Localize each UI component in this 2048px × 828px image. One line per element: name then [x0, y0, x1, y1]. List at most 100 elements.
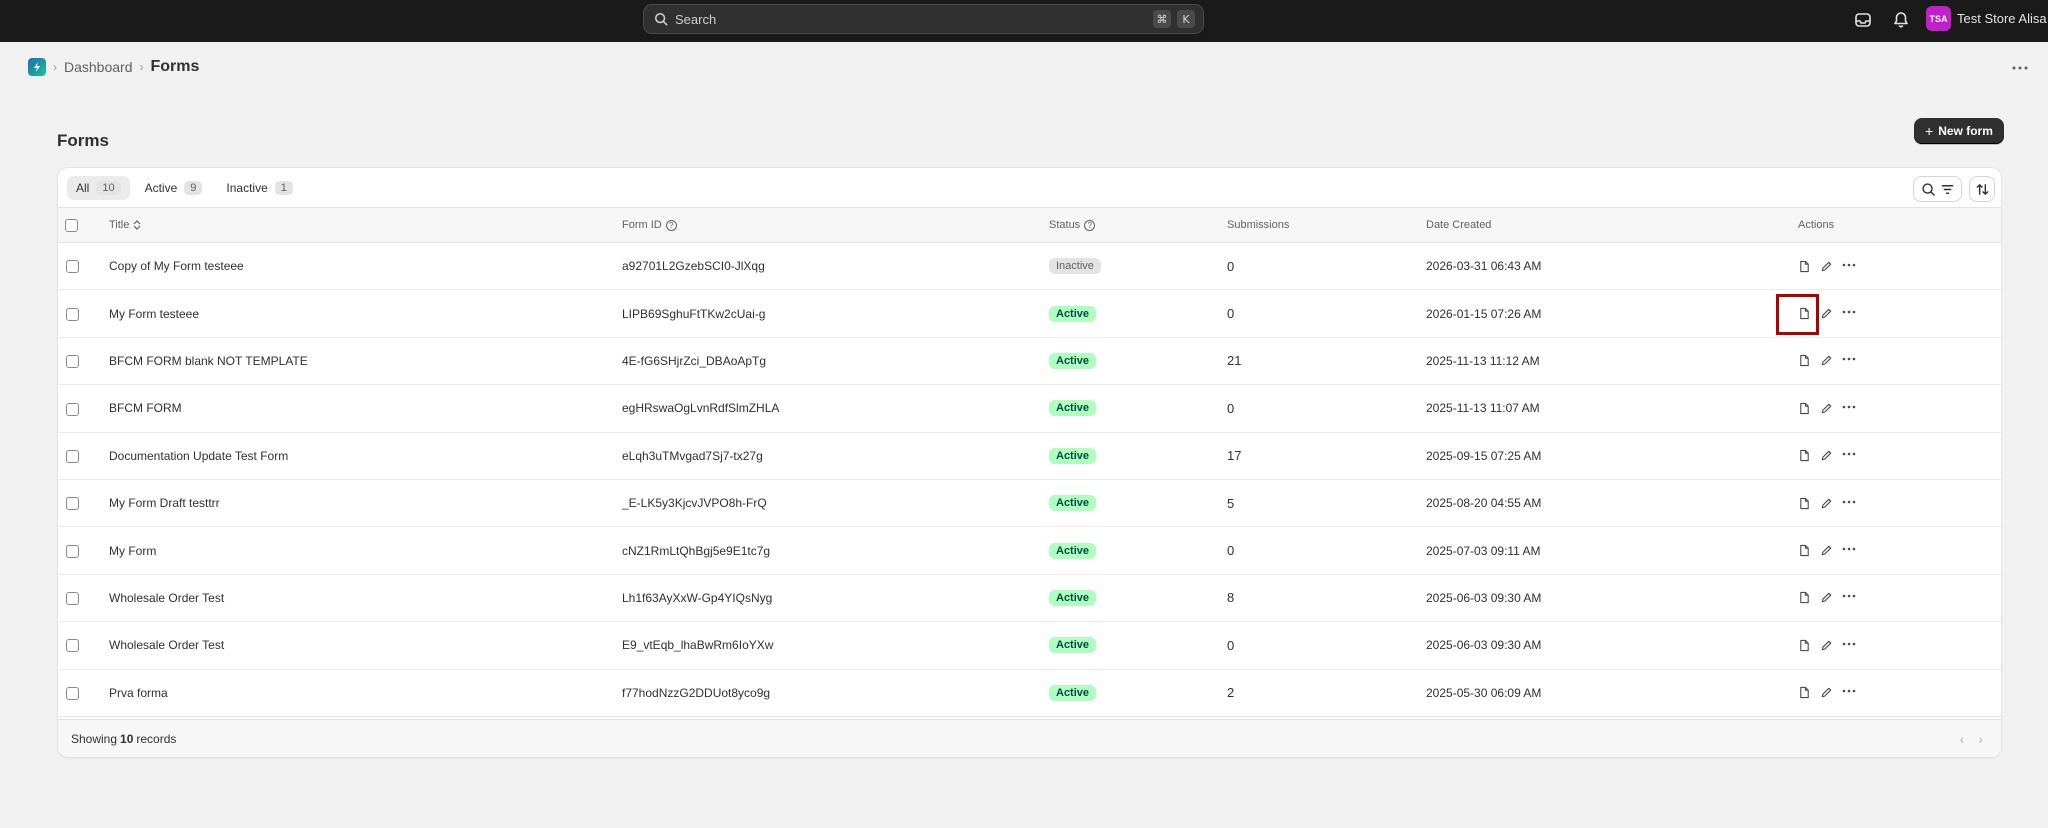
- pencil-icon[interactable]: [1820, 591, 1833, 604]
- more-horizontal-icon[interactable]: [1842, 402, 1856, 415]
- filter-icon: [1941, 184, 1953, 194]
- pencil-icon[interactable]: [1820, 354, 1833, 367]
- date-created: 2025-06-03 09:30 AM: [1426, 638, 1542, 653]
- app-logo-icon[interactable]: [28, 58, 46, 76]
- pencil-icon[interactable]: [1820, 260, 1833, 273]
- filter-tabs: All 10 Active 9 Inactive 1: [58, 168, 2001, 207]
- table-row[interactable]: Prva forma f77hodNzzG2DDUot8yco9g Active 2 2…: [58, 669, 2001, 717]
- submissions-count: 0: [1227, 306, 1235, 322]
- column-title-label: Title: [109, 219, 130, 231]
- table-row[interactable]: Copy of My Form testeee a92701L2GzebSCI0-…: [58, 243, 2001, 290]
- more-horizontal-icon[interactable]: [2010, 60, 2030, 76]
- tab-all[interactable]: All 10: [67, 175, 130, 200]
- more-horizontal-icon[interactable]: [1842, 639, 1856, 652]
- row-checkbox[interactable]: [66, 639, 79, 653]
- inbox-icon[interactable]: [1853, 10, 1873, 30]
- row-checkbox[interactable]: [66, 402, 79, 416]
- bell-icon[interactable]: [1891, 10, 1911, 30]
- search-filter-button[interactable]: [1913, 176, 1962, 202]
- column-title[interactable]: Title: [109, 208, 622, 243]
- row-checkbox[interactable]: [66, 497, 79, 511]
- pencil-icon[interactable]: [1820, 402, 1833, 415]
- more-horizontal-icon[interactable]: [1842, 497, 1856, 510]
- form-title[interactable]: My Form Draft testtrr: [109, 496, 220, 510]
- date-created: 2025-11-13 11:12 AM: [1426, 353, 1540, 368]
- more-horizontal-icon[interactable]: [1842, 591, 1856, 604]
- submissions-count: 2: [1227, 685, 1235, 701]
- form-title[interactable]: Copy of My Form testeee: [109, 259, 244, 273]
- document-icon[interactable]: [1798, 354, 1811, 367]
- form-title[interactable]: Wholesale Order Test: [109, 591, 224, 605]
- document-icon[interactable]: [1798, 544, 1811, 557]
- more-horizontal-icon[interactable]: [1842, 544, 1856, 557]
- row-checkbox[interactable]: [66, 355, 79, 369]
- pencil-icon[interactable]: [1820, 449, 1833, 462]
- table-footer: Showing 10 records ‹ ›: [58, 719, 2001, 757]
- table-row[interactable]: BFCM FORM egHRswaOgLvnRdfSlmZHLA Active 0 20…: [58, 385, 2001, 433]
- table-row[interactable]: My Form cNZ1RmLtQhBgj5e9E1tc7g Active 0 2025…: [58, 527, 2001, 575]
- document-icon[interactable]: [1798, 591, 1811, 604]
- document-icon[interactable]: [1798, 686, 1811, 699]
- row-checkbox[interactable]: [66, 260, 79, 274]
- more-horizontal-icon[interactable]: [1842, 354, 1856, 367]
- search-icon: [1921, 182, 1935, 196]
- more-horizontal-icon[interactable]: [1842, 686, 1856, 699]
- form-id: LIPB69SghuFtTKw2cUai-g: [622, 306, 766, 321]
- form-title[interactable]: My Form testeee: [109, 307, 199, 321]
- help-icon[interactable]: ?: [665, 219, 677, 231]
- row-actions: [1798, 354, 2001, 367]
- pencil-icon[interactable]: [1820, 307, 1833, 320]
- row-checkbox[interactable]: [66, 544, 79, 558]
- form-id: f77hodNzzG2DDUot8yco9g: [622, 685, 771, 700]
- table-row[interactable]: Wholesale Order Test Lh1f63AyXxW-Gp4YIQsN…: [58, 574, 2001, 622]
- row-checkbox[interactable]: [66, 307, 79, 321]
- breadcrumb-dashboard[interactable]: Dashboard: [64, 59, 133, 75]
- row-actions: [1798, 686, 2001, 699]
- document-icon[interactable]: [1798, 260, 1811, 273]
- global-search-input[interactable]: Search ⌘ K: [643, 4, 1204, 34]
- store-menu[interactable]: TSA Test Store Alisa: [1926, 6, 2047, 31]
- search-placeholder: Search: [675, 11, 717, 27]
- prev-page-icon[interactable]: ‹: [1960, 731, 1965, 747]
- row-checkbox[interactable]: [66, 592, 79, 606]
- more-horizontal-icon[interactable]: [1842, 307, 1856, 320]
- form-title[interactable]: Documentation Update Test Form: [109, 449, 288, 463]
- form-title[interactable]: Prva forma: [109, 686, 168, 700]
- document-icon[interactable]: [1798, 449, 1811, 462]
- pencil-icon[interactable]: [1820, 686, 1833, 699]
- table-row[interactable]: Wholesale Order Test E9_vtEqb_lhaBwRm6IoY…: [58, 622, 2001, 670]
- document-icon[interactable]: [1798, 639, 1811, 652]
- pencil-icon[interactable]: [1820, 497, 1833, 510]
- form-title[interactable]: Wholesale Order Test: [109, 638, 224, 652]
- date-created: 2026-03-31 06:43 AM: [1426, 259, 1542, 274]
- submissions-count: 0: [1227, 543, 1235, 559]
- document-icon[interactable]: [1798, 497, 1811, 510]
- column-form-id-label: Form ID: [622, 219, 662, 231]
- document-icon[interactable]: [1798, 307, 1811, 320]
- form-title[interactable]: BFCM FORM: [109, 401, 182, 415]
- status-badge: Active: [1049, 495, 1097, 512]
- table-row[interactable]: BFCM FORM blank NOT TEMPLATE 4E-fG6SHjrZc…: [58, 337, 2001, 385]
- tab-inactive[interactable]: Inactive 1: [217, 176, 301, 200]
- form-title[interactable]: BFCM FORM blank NOT TEMPLATE: [109, 354, 308, 368]
- new-form-button[interactable]: + New form: [1914, 118, 2004, 144]
- status-badge: Active: [1049, 400, 1097, 417]
- next-page-icon[interactable]: ›: [1978, 731, 1983, 747]
- help-icon[interactable]: ?: [1084, 219, 1096, 231]
- row-checkbox[interactable]: [66, 686, 79, 700]
- more-horizontal-icon[interactable]: [1842, 449, 1856, 462]
- select-all-checkbox[interactable]: [65, 218, 78, 232]
- column-status: Status?: [1049, 208, 1227, 243]
- pencil-icon[interactable]: [1820, 639, 1833, 652]
- form-title[interactable]: My Form: [109, 544, 156, 558]
- pencil-icon[interactable]: [1820, 544, 1833, 557]
- sort-button[interactable]: [1969, 176, 1995, 202]
- more-horizontal-icon[interactable]: [1842, 260, 1856, 273]
- table-row[interactable]: My Form testeee LIPB69SghuFtTKw2cUai-g Act…: [58, 290, 2001, 338]
- table-row[interactable]: My Form Draft testtrr _E-LK5y3KjcvJVPO8h-…: [58, 479, 2001, 527]
- table-row[interactable]: Documentation Update Test Form eLqh3uTMvg…: [58, 432, 2001, 480]
- tab-active[interactable]: Active 9: [136, 176, 212, 200]
- document-icon[interactable]: [1798, 402, 1811, 415]
- row-checkbox[interactable]: [66, 449, 79, 463]
- form-id: _E-LK5y3KjcvJVPO8h-FrQ: [622, 496, 767, 511]
